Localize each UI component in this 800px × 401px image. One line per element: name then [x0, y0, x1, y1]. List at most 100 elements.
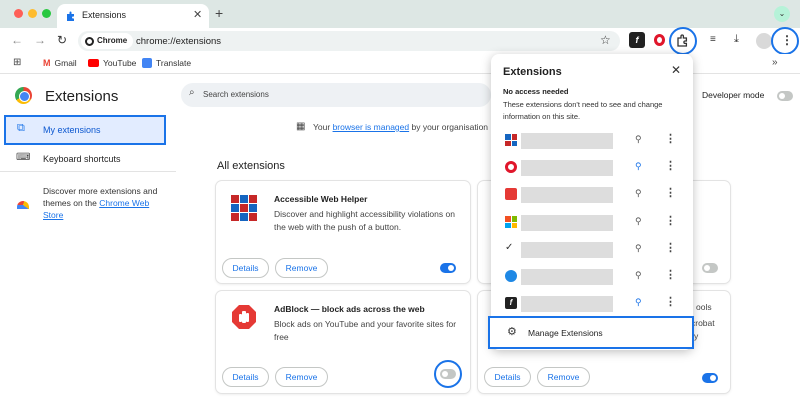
pin-filled-icon[interactable]: ⚲	[635, 297, 642, 308]
details-button[interactable]: Details	[222, 258, 269, 278]
extension-toggle[interactable]	[702, 263, 718, 273]
close-window-button[interactable]	[14, 9, 23, 18]
popup-extension-row[interactable]: ⚲ ⋮	[491, 129, 693, 153]
remove-button[interactable]: Remove	[275, 367, 328, 387]
tab-title: Extensions	[82, 10, 127, 20]
row-menu-icon[interactable]: ⋮	[665, 268, 676, 281]
check-icon: ✓	[505, 242, 514, 253]
popup-extension-row[interactable]: f ⚲ ⋮	[491, 292, 693, 316]
tab-search-button[interactable]: ⌄	[774, 6, 790, 22]
row-menu-icon[interactable]: ⋮	[665, 241, 676, 254]
forward-arrow-icon[interactable]: →	[34, 33, 46, 47]
sidebar-item-label: Keyboard shortcuts	[43, 154, 121, 164]
row-menu-icon[interactable]: ⋮	[665, 159, 676, 172]
bookmark-label: Gmail	[54, 58, 77, 68]
address-bar[interactable]: Chrome chrome://extensions ☆	[78, 31, 620, 51]
reading-list-icon[interactable]: ≡	[710, 34, 716, 45]
row-menu-icon[interactable]: ⋮	[665, 295, 676, 308]
popup-extension-row[interactable]: ⚲ ⋮	[491, 265, 693, 289]
opera-icon	[505, 161, 517, 173]
blurred-extension-name	[521, 269, 613, 285]
building-icon: ▦	[296, 121, 306, 132]
details-button[interactable]: Details	[484, 367, 531, 387]
site-info-chip[interactable]: Chrome	[81, 33, 134, 49]
extension-description: Block ads on YouTube and your favorite s…	[274, 319, 457, 342]
more-menu-icon[interactable]: ⋮	[781, 33, 793, 47]
tab-close-icon[interactable]: ✕	[193, 8, 202, 21]
bookmark-label: YouTube	[103, 58, 137, 68]
popup-description: These extensions don't need to see and c…	[503, 100, 663, 121]
puzzle-icon	[67, 11, 74, 21]
developer-mode-toggle[interactable]	[777, 91, 793, 101]
manage-extensions-button[interactable]: ⚙ Manage Extensions	[488, 316, 694, 349]
row-menu-icon[interactable]: ⋮	[665, 186, 676, 199]
popup-extension-row[interactable]: ⚲ ⋮	[491, 156, 693, 180]
row-menu-icon[interactable]: ⋮	[665, 132, 676, 145]
popup-extension-row[interactable]: ✓ ⚲ ⋮	[491, 238, 693, 262]
pin-filled-icon[interactable]: ⚲	[635, 161, 642, 172]
download-icon[interactable]: ⤓	[734, 33, 739, 46]
bookmark-translate[interactable]: Translate	[142, 58, 191, 68]
pin-icon[interactable]: ⚲	[635, 188, 642, 199]
chrome-icon	[85, 36, 94, 46]
title-bar: Extensions ✕ + ⌄	[0, 0, 800, 28]
toggle-knob	[779, 93, 785, 99]
blurred-extension-name	[521, 242, 613, 258]
profile-avatar[interactable]	[756, 33, 772, 49]
sidebar-item-keyboard-shortcuts[interactable]: ⌨ Keyboard shortcuts	[15, 151, 165, 169]
blurred-extension-name	[521, 160, 613, 176]
bookmark-star-icon[interactable]: ☆	[600, 33, 611, 47]
popup-close-icon[interactable]: ✕	[671, 63, 681, 77]
f-icon: f	[505, 297, 517, 309]
translate-icon	[142, 58, 152, 68]
apps-grid-icon[interactable]: ⊞	[13, 57, 21, 68]
pin-icon[interactable]: ⚲	[635, 270, 642, 281]
details-button[interactable]: Details	[222, 367, 269, 387]
pin-icon[interactable]: ⚲	[635, 243, 642, 254]
gear-icon: ⚙	[507, 326, 517, 338]
new-tab-button[interactable]: +	[215, 5, 223, 21]
extension-card-accessible-web-helper: Accessible Web Helper Discover and highl…	[216, 181, 470, 283]
chip-label: Chrome	[97, 36, 128, 45]
tab-extensions[interactable]: Extensions ✕	[57, 4, 209, 28]
card-text-fragment: y	[694, 331, 699, 341]
developer-mode-label: Developer mode	[702, 90, 765, 100]
toolbar: ← → ↻ Chrome chrome://extensions ☆ f ≡ ⤓…	[0, 27, 800, 55]
remove-button[interactable]: Remove	[275, 258, 328, 278]
windows-icon	[505, 216, 517, 228]
toggle-knob	[448, 265, 454, 271]
extensions-popup: Extensions ✕ No access needed These exte…	[488, 54, 694, 350]
popup-extension-row[interactable]: ⚲ ⋮	[491, 211, 693, 235]
reload-icon[interactable]: ↻	[57, 33, 67, 47]
browser-managed-link[interactable]: browser is managed	[333, 122, 410, 132]
zoom-window-button[interactable]	[42, 9, 51, 18]
search-extensions-input[interactable]: ⌕ Search extensions	[181, 83, 491, 107]
extension-toggle[interactable]	[440, 263, 456, 273]
youtube-icon	[88, 59, 99, 67]
back-arrow-icon[interactable]: ←	[11, 33, 23, 47]
remove-button[interactable]: Remove	[537, 367, 590, 387]
globe-icon	[505, 270, 517, 282]
bookmark-gmail[interactable]: M Gmail	[43, 58, 77, 68]
page-title: Extensions	[45, 88, 119, 105]
opera-extension-icon[interactable]	[654, 34, 665, 46]
bookmark-youtube[interactable]: YouTube	[88, 58, 136, 68]
popup-extension-row[interactable]: ⚲ ⋮	[491, 183, 693, 207]
adblock-hand-icon	[232, 305, 256, 329]
minimize-window-button[interactable]	[28, 9, 37, 18]
f-extension-icon[interactable]: f	[629, 32, 645, 48]
extension-toggle[interactable]	[702, 373, 718, 383]
puzzle-icon: ⧉	[17, 122, 25, 134]
pin-icon[interactable]: ⚲	[635, 216, 642, 227]
toggle-knob	[710, 375, 716, 381]
extensions-puzzle-icon[interactable]	[675, 33, 690, 48]
row-menu-icon[interactable]: ⋮	[665, 214, 676, 227]
pin-icon[interactable]: ⚲	[635, 134, 642, 145]
gmail-icon: M	[43, 58, 51, 68]
blurred-extension-name	[521, 215, 613, 231]
more-bookmarks-icon[interactable]: »	[772, 57, 778, 68]
extension-toggle[interactable]	[440, 369, 456, 379]
extension-description: Discover and highlight accessibility vio…	[274, 209, 455, 232]
sidebar-item-my-extensions[interactable]: ⧉ My extensions	[4, 115, 166, 145]
toggle-knob	[442, 371, 448, 377]
